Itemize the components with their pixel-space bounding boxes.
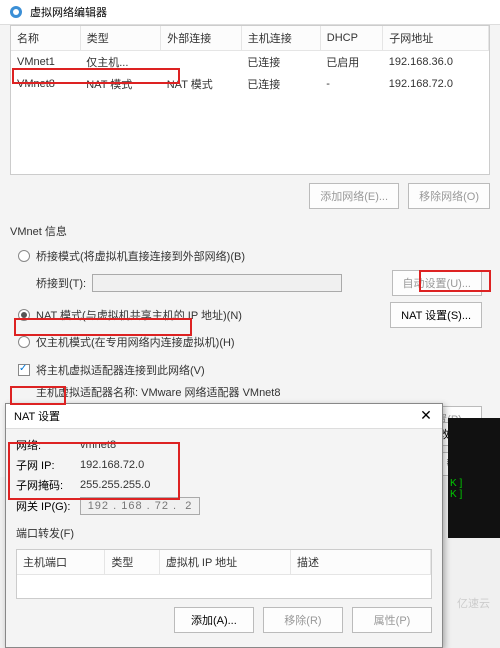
terminal-strip: K ] K ] xyxy=(448,418,500,538)
nat-settings-dialog: NAT 设置 ✕ 网络: vmnet8 子网 IP: 192.168.72.0 … xyxy=(5,403,443,648)
remove-network-button[interactable]: 移除网络(O) xyxy=(408,183,490,209)
nat-settings-button[interactable]: NAT 设置(S)... xyxy=(390,302,482,328)
nat-subnet-label: 子网 IP: xyxy=(16,457,76,473)
col-type[interactable]: 类型 xyxy=(80,26,161,51)
fwd-col-type[interactable]: 类型 xyxy=(105,550,159,575)
bridge-to-label: 桥接到(T): xyxy=(36,275,86,291)
nat-dialog-title: NAT 设置 xyxy=(14,408,60,424)
nat-network-label: 网络: xyxy=(16,437,76,453)
add-network-button[interactable]: 添加网络(E)... xyxy=(309,183,399,209)
col-ext[interactable]: 外部连接 xyxy=(161,26,242,51)
table-buttons: 添加网络(E)... 移除网络(O) xyxy=(10,175,490,217)
port-forward-table: 主机端口 类型 虚拟机 IP 地址 描述 xyxy=(16,549,432,599)
fwd-add-button[interactable]: 添加(A)... xyxy=(174,607,254,633)
fwd-remove-button[interactable]: 移除(R) xyxy=(263,607,343,633)
watermark: 亿速云 xyxy=(457,595,490,611)
nat-gateway-label: 网关 IP(G): xyxy=(16,498,76,514)
vmnet-info-title: VMnet 信息 xyxy=(10,217,490,243)
fwd-col-hostport[interactable]: 主机端口 xyxy=(17,550,105,575)
col-dhcp[interactable]: DHCP xyxy=(320,26,382,51)
nat-mask-value: 255.255.255.0 xyxy=(80,479,150,491)
table-row[interactable]: VMnet1 仅主机... 已连接 已启用 192.168.36.0 xyxy=(11,51,489,74)
nat-gateway-input[interactable] xyxy=(80,497,200,515)
network-table: 名称 类型 外部连接 主机连接 DHCP 子网地址 VMnet1 仅主机... … xyxy=(10,25,490,175)
connect-adapter-label: 将主机虚拟适配器连接到此网络(V) xyxy=(36,362,205,378)
connect-adapter-checkbox[interactable] xyxy=(18,364,30,376)
col-host[interactable]: 主机连接 xyxy=(241,26,320,51)
nat-dialog-titlebar: NAT 设置 ✕ xyxy=(6,404,442,429)
nat-label: NAT 模式(与虚拟机共享主机的 IP 地址)(N) xyxy=(36,307,242,323)
col-subnet[interactable]: 子网地址 xyxy=(383,26,489,51)
fwd-col-desc[interactable]: 描述 xyxy=(291,550,431,575)
nat-radio[interactable] xyxy=(18,309,30,321)
col-name[interactable]: 名称 xyxy=(11,26,80,51)
nat-subnet-value: 192.168.72.0 xyxy=(80,459,144,471)
table-row[interactable]: VMnet8 NAT 模式 NAT 模式 已连接 - 192.168.72.0 xyxy=(11,73,489,95)
title-bar: 虚拟网络编辑器 xyxy=(0,0,500,25)
hostonly-radio[interactable] xyxy=(18,336,30,348)
bridge-label: 桥接模式(将虚拟机直接连接到外部网络)(B) xyxy=(36,248,245,264)
bridge-radio[interactable] xyxy=(18,250,30,262)
port-forward-title: 端口转发(F) xyxy=(16,517,432,545)
adapter-name: 主机虚拟适配器名称: VMware 网络适配器 VMnet8 xyxy=(36,384,280,400)
bridge-to-select[interactable] xyxy=(92,274,342,292)
nat-network-value: vmnet8 xyxy=(80,439,116,451)
nat-mask-label: 子网掩码: xyxy=(16,477,76,493)
window-title: 虚拟网络编辑器 xyxy=(30,4,107,20)
auto-settings-button[interactable]: 自动设置(U)... xyxy=(392,270,482,296)
app-icon xyxy=(8,4,24,20)
close-icon[interactable]: ✕ xyxy=(418,408,434,424)
fwd-col-vmip[interactable]: 虚拟机 IP 地址 xyxy=(159,550,290,575)
fwd-props-button[interactable]: 属性(P) xyxy=(352,607,432,633)
hostonly-label: 仅主机模式(在专用网络内连接虚拟机)(H) xyxy=(36,334,235,350)
